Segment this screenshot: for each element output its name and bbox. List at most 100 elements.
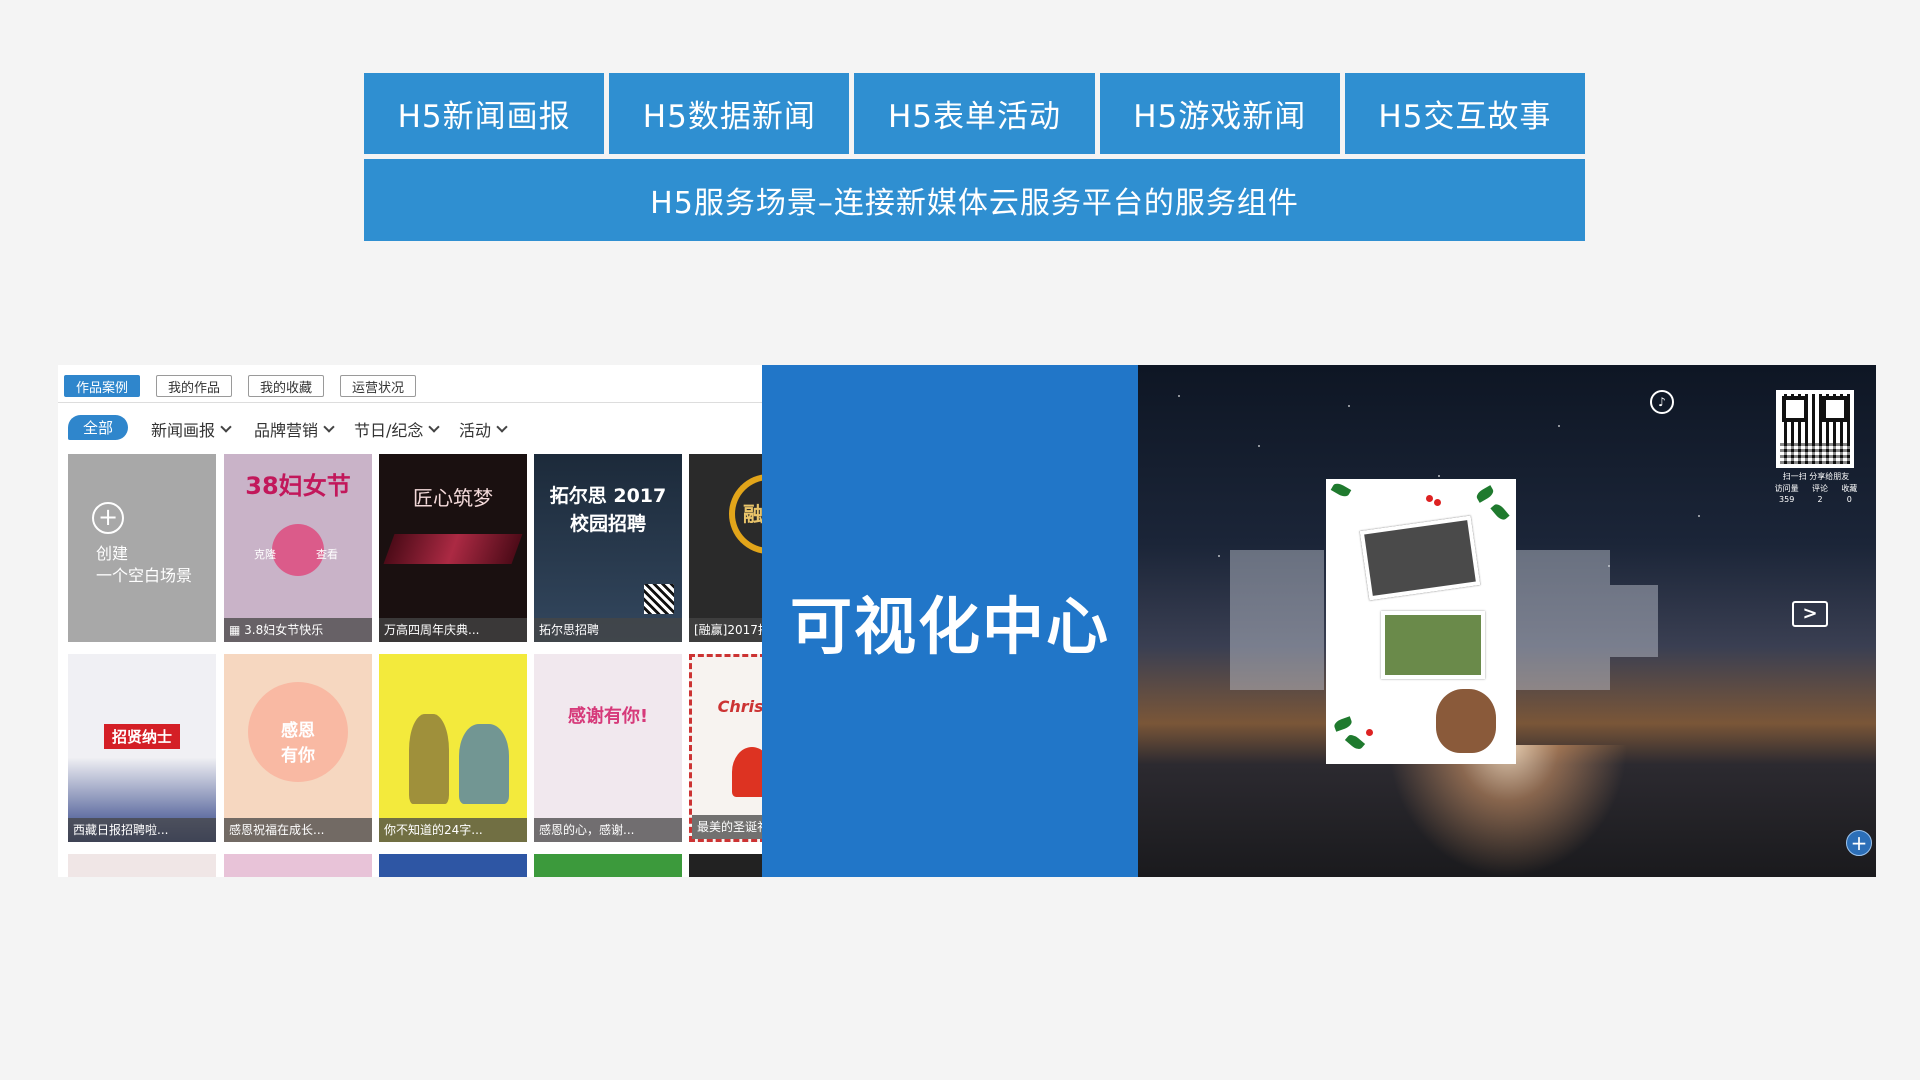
star — [1178, 395, 1180, 397]
clone-action[interactable]: 克隆 — [254, 546, 276, 562]
stats-row: 访问量 359 评论 2 收藏 0 — [1768, 483, 1864, 505]
visual-center-title: 可视化中心 — [789, 590, 1110, 663]
ring-graphic — [729, 474, 762, 554]
card-art-text: 感恩有你 — [281, 721, 315, 766]
scene-photo — [1359, 515, 1481, 601]
view-action[interactable]: 查看 — [316, 546, 338, 562]
filter-label: 新闻画报 — [151, 421, 216, 440]
stat-value: 0 — [1846, 495, 1852, 504]
visual-center-panel: 可视化中心 — [762, 365, 1138, 877]
stat-label: 收藏 — [1841, 484, 1858, 493]
card-art-text: 招贤纳士 — [103, 724, 180, 749]
qr-caption: 扫一扫 分享给朋友 — [1782, 472, 1850, 481]
card-caption: 你不知道的24字... — [379, 818, 527, 842]
template-card[interactable]: 感谢有你! 感恩的心，感谢... — [534, 654, 682, 842]
car-graphic — [383, 534, 523, 564]
card-caption: 万高四周年庆典... — [379, 618, 527, 642]
filter-holiday[interactable]: 节日/纪念 — [354, 417, 441, 441]
template-card[interactable]: 感恩有你 感恩祝福在成长... — [224, 654, 372, 842]
berry — [1426, 495, 1433, 502]
stat-label: 访问量 — [1774, 484, 1799, 493]
card-art-text: 匠心筑梦 — [413, 486, 493, 510]
star — [1348, 405, 1350, 407]
create-blank-scene-card[interactable]: + 创建 一个空白场景 — [68, 454, 216, 642]
star — [1558, 425, 1560, 427]
next-page-button[interactable]: > — [1792, 601, 1828, 627]
stat-visits: 访问量 359 — [1775, 483, 1799, 505]
category-button-row: H5新闻画报 H5数据新闻 H5表单活动 H5游戏新闻 H5交互故事 — [364, 73, 1586, 154]
card-art-text: 拓尔思 2017校园招聘 — [549, 485, 667, 535]
star — [1438, 475, 1440, 477]
tab-my-favorites[interactable]: 我的收藏 — [248, 375, 324, 397]
berry — [1434, 499, 1441, 506]
filter-label: 节日/纪念 — [354, 421, 424, 440]
category-button-form-activity[interactable]: H5表单活动 — [854, 73, 1095, 154]
star — [1218, 555, 1220, 557]
template-card[interactable]: 匠心筑梦 万高四周年庆典... — [379, 454, 527, 642]
category-button-game-news[interactable]: H5游戏新闻 — [1099, 73, 1340, 154]
holly-leaf — [1490, 501, 1510, 523]
qr-code-pattern — [1780, 443, 1850, 467]
card-caption: 最美的圣诞礼... — [692, 815, 762, 839]
filter-all[interactable]: 全部 — [68, 415, 128, 440]
star — [1698, 515, 1700, 517]
bear-graphic — [1436, 689, 1496, 753]
category-button-interactive-story[interactable]: H5交互故事 — [1344, 73, 1586, 154]
template-card[interactable] — [68, 854, 216, 877]
plus-icon: + — [92, 502, 124, 534]
template-card[interactable]: 拓尔思 2017校园招聘 拓尔思招聘 — [534, 454, 682, 642]
card-caption: ▦ 3.8妇女节快乐 — [224, 618, 372, 642]
qr-code-image — [644, 584, 674, 614]
tab-operation-status[interactable]: 运营状况 — [340, 375, 416, 397]
category-button-data-news[interactable]: H5数据新闻 — [609, 73, 850, 154]
stat-comments: 评论 2 — [1812, 483, 1828, 505]
filter-activity[interactable]: 活动 — [459, 417, 508, 441]
holly-leaf — [1344, 732, 1366, 752]
card-caption: 西藏日报招聘啦... — [68, 818, 216, 842]
music-icon[interactable]: ♪ — [1650, 390, 1674, 414]
card-caption: [融赢]2017拓... — [689, 618, 762, 642]
tab-my-works[interactable]: 我的作品 — [156, 375, 232, 397]
berry — [1366, 729, 1373, 736]
filter-brand-marketing[interactable]: 品牌营销 — [254, 417, 335, 441]
card-caption: 感恩的心，感谢... — [534, 818, 682, 842]
chevron-down-icon — [428, 420, 441, 433]
preview-ghost-page — [1230, 550, 1324, 690]
template-card[interactable]: Christmas 最美的圣诞礼... — [689, 654, 762, 842]
template-card[interactable] — [224, 854, 372, 877]
gallery-tab-bar: 作品案例 我的作品 我的收藏 运营状况 — [58, 365, 762, 403]
cartoon-figure — [459, 724, 509, 804]
filter-news-poster[interactable]: 新闻画报 — [151, 417, 232, 441]
add-button[interactable]: + — [1846, 830, 1872, 856]
category-button-news-poster[interactable]: H5新闻画报 — [364, 73, 605, 154]
holly-leaf — [1332, 716, 1354, 732]
create-label: 创建 — [96, 544, 129, 563]
blank-scene-label: 一个空白场景 — [96, 566, 193, 585]
template-card[interactable]: 你不知道的24字... — [379, 654, 527, 842]
template-card[interactable] — [689, 854, 762, 877]
stat-value: 2 — [1817, 495, 1823, 504]
scene-preview-card[interactable] — [1326, 479, 1516, 764]
holly-leaf — [1330, 481, 1352, 499]
tab-works-cases[interactable]: 作品案例 — [64, 375, 140, 397]
qr-icon: ▦ — [229, 623, 245, 637]
template-card[interactable]: 招贤纳士 西藏日报招聘啦... — [68, 654, 216, 842]
card-caption-text: 3.8妇女节快乐 — [244, 623, 324, 637]
template-card[interactable] — [379, 854, 527, 877]
preview-ghost-page — [1610, 585, 1658, 657]
light-trail — [1388, 745, 1628, 877]
service-scenario-banner[interactable]: H5服务场景–连接新媒体云服务平台的服务组件 — [364, 159, 1585, 241]
template-card[interactable]: 38妇女节 克隆 查看 ▦ 3.8妇女节快乐 — [224, 454, 372, 642]
filter-bar: 全部 新闻画报 品牌营销 节日/纪念 活动 — [58, 411, 762, 443]
cartoon-figure — [409, 714, 449, 804]
chevron-down-icon — [496, 420, 508, 433]
template-card[interactable]: 融赢 [融赢]2017拓... — [689, 454, 762, 642]
stat-label: 评论 — [1811, 484, 1828, 493]
santa-graphic — [732, 747, 762, 797]
scene-preview-panel: ♪ 扫一扫 分享给朋友 访问量 359 评论 2 收藏 0 > + — [1138, 365, 1876, 877]
filter-label: 品牌营销 — [254, 421, 319, 440]
template-card[interactable] — [534, 854, 682, 877]
stat-value: 359 — [1779, 495, 1795, 504]
card-caption: 拓尔思招聘 — [534, 618, 682, 642]
chevron-down-icon — [220, 420, 232, 433]
